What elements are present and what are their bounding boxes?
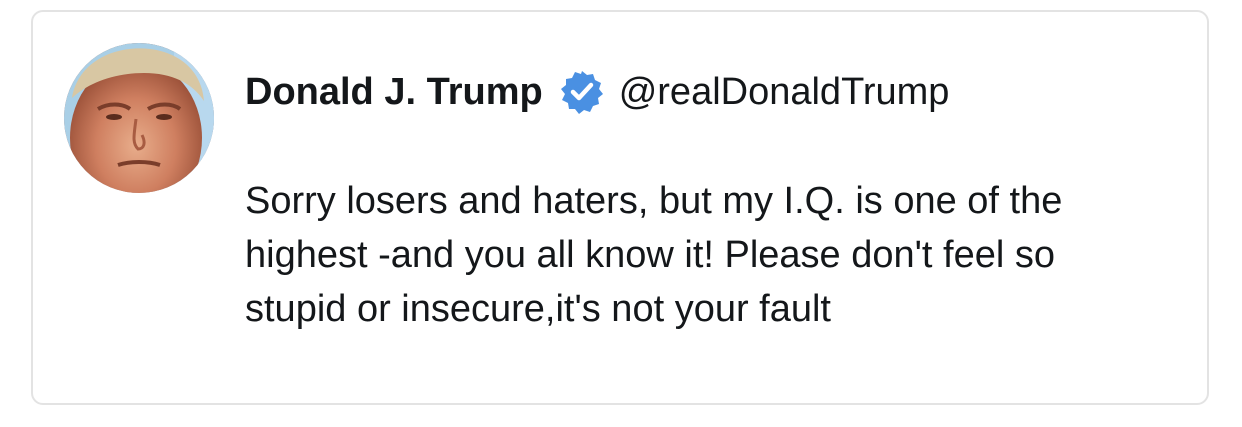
tweet-header: Donald J. Trump @realDonaldTrump: [245, 68, 949, 116]
display-name[interactable]: Donald J. Trump: [245, 71, 543, 114]
tweet-card: Donald J. Trump @realDonaldTrump Sorry l…: [31, 10, 1209, 405]
avatar[interactable]: [64, 43, 214, 193]
verified-badge-icon: [559, 69, 605, 115]
tweet-text-line: highest -and you all know it! Please don…: [245, 234, 1055, 276]
profile-photo: [64, 43, 214, 193]
tweet-text-line: Sorry losers and haters, but my I.Q. is …: [245, 180, 1063, 222]
user-handle[interactable]: @realDonaldTrump: [619, 71, 950, 114]
tweet-text-line: stupid or insecure,it's not your fault: [245, 288, 831, 330]
tweet-text: Sorry losers and haters, but my I.Q. is …: [245, 174, 1195, 336]
